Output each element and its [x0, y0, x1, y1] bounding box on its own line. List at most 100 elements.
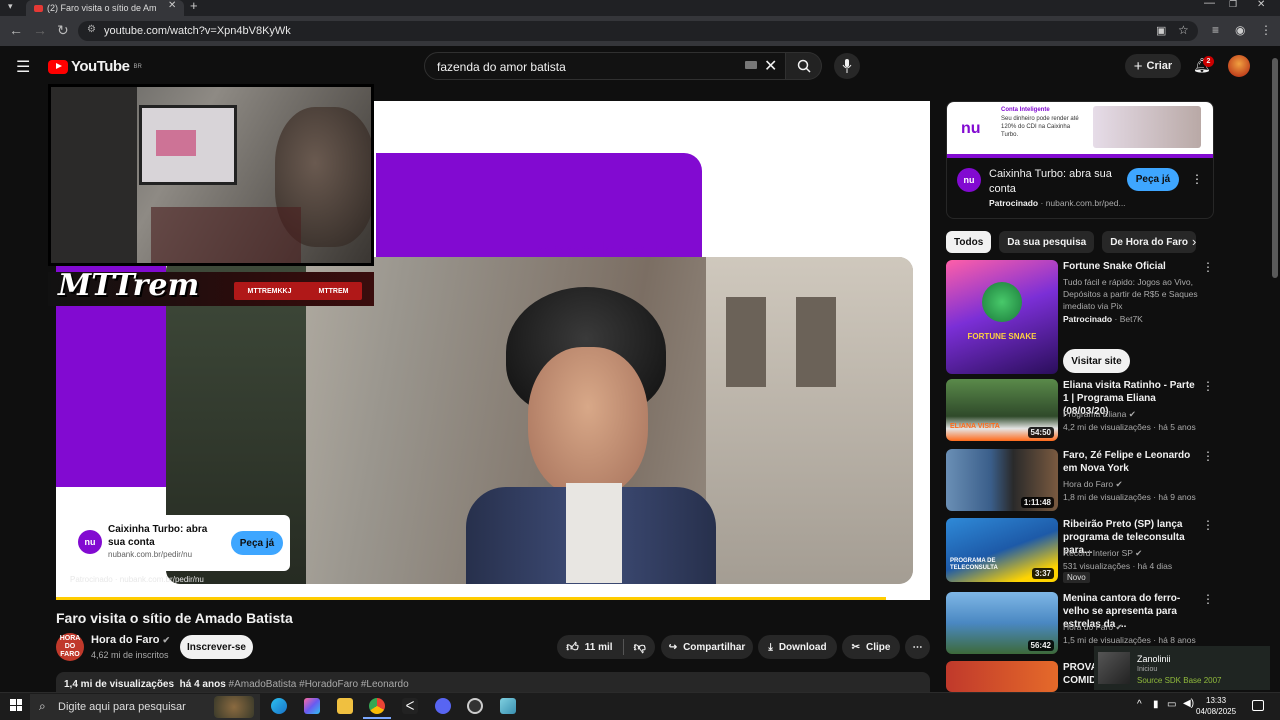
visit-site-button[interactable]: Visitar site	[1063, 349, 1130, 373]
tray-chevron-icon[interactable]: ^	[1137, 699, 1142, 710]
sidebar-ad-more-icon[interactable]: ⋮	[1191, 172, 1203, 186]
recommendation-item[interactable]: PROGRAMA DE TELECONSULTA 3:37 Ribeirão P…	[946, 518, 1266, 584]
app-icon[interactable]	[500, 698, 516, 714]
subscribe-button[interactable]: Inscrever-se	[180, 635, 253, 659]
like-icon[interactable]: 👍︎	[566, 640, 579, 655]
download-button[interactable]: ⤓ Download	[758, 635, 837, 659]
dislike-icon[interactable]: 👎︎	[634, 640, 646, 655]
profile-icon[interactable]: ◉	[1235, 23, 1245, 37]
video-thumbnail[interactable]: PROGRAMA DE TELECONSULTA 3:37	[946, 518, 1058, 582]
reload-icon[interactable]: ↻	[57, 22, 69, 39]
search-input[interactable]: fazenda do amor batista ✕	[424, 52, 786, 80]
promo-advertiser: Bet7K	[1119, 314, 1143, 324]
maximize-icon[interactable]: ❐	[1229, 0, 1237, 10]
rec-title: Faro, Zé Felipe e Leonardo em Nova York	[1063, 450, 1191, 474]
file-explorer-icon[interactable]	[337, 698, 353, 714]
friend-avatar	[1098, 652, 1130, 684]
chip-from-channel[interactable]: De Hora do Faro	[1102, 231, 1196, 253]
install-app-icon[interactable]: ▣	[1156, 24, 1166, 37]
obs-icon[interactable]	[467, 698, 483, 714]
sidebar-ad[interactable]: nu Conta Inteligente Seu dinheiro pode r…	[946, 101, 1214, 219]
rec-channel-name: Record Interior SP	[1063, 548, 1133, 558]
promo-thumbnail[interactable]: FORTUNE SNAKE	[946, 260, 1058, 374]
windows-icon[interactable]	[10, 699, 22, 711]
ad-overlay-card[interactable]: nu Caixinha Turbo: abra sua conta nubank…	[72, 515, 290, 571]
volume-icon[interactable]: ◀)	[1183, 698, 1194, 709]
sidebar-ad-cta-button[interactable]: Peça já	[1127, 168, 1179, 191]
ad-banner-line1: Conta Inteligente	[1001, 107, 1050, 113]
clip-button[interactable]: ✂ Clipe	[842, 635, 900, 659]
video-progress-bar[interactable]	[56, 597, 887, 600]
menu-icon[interactable]: ☰	[16, 57, 30, 77]
logo-region: BR	[133, 63, 142, 70]
url-field[interactable]: ⚙ youtube.com/watch?v=Xpn4bV8KyWk	[78, 21, 1198, 41]
youtube-logo[interactable]: YouTube BR	[48, 58, 142, 75]
channel-avatar[interactable]: HORA DO FARO	[56, 633, 84, 661]
edge-icon[interactable]	[271, 698, 287, 714]
browser-menu-icon[interactable]: ⋮	[1260, 23, 1272, 37]
minimize-icon[interactable]: —	[1204, 0, 1215, 9]
hashtags[interactable]: #AmadoBatista #HoradoFaro #Leonardo	[229, 679, 409, 690]
video-thumbnail[interactable]	[946, 661, 1058, 692]
like-count[interactable]: 11 mil	[585, 642, 613, 653]
clear-search-icon[interactable]: ✕	[764, 56, 777, 76]
taskbar-search[interactable]: ⌕ Digite aqui para pesquisar	[30, 694, 260, 720]
rec-more-icon[interactable]: ⋮	[1202, 592, 1214, 606]
tab-list-icon[interactable]: ▾	[8, 1, 13, 12]
chrome-icon[interactable]	[369, 698, 385, 714]
recommendation-item[interactable]: 1:11:48 Faro, Zé Felipe e Leonardo em No…	[946, 449, 1266, 515]
verified-icon: ✔	[1115, 479, 1123, 489]
copilot-icon[interactable]	[304, 698, 320, 714]
create-button[interactable]: + Criar	[1125, 54, 1181, 78]
new-tab-icon[interactable]: +	[190, 0, 198, 13]
rec-meta: 4,2 mi de visualizações · há 5 anos	[1063, 422, 1196, 432]
chevron-right-icon[interactable]: ›	[1192, 234, 1196, 249]
keyboard-icon[interactable]	[745, 61, 757, 69]
browser-tab[interactable]: (2) Faro visita o sítio de Am	[26, 0, 184, 16]
chip-from-search[interactable]: Da sua pesquisa	[999, 231, 1095, 253]
video-thumbnail[interactable]: 56:42	[946, 592, 1058, 654]
streamer-logo: MTTrem	[58, 268, 200, 303]
more-actions-button[interactable]: ⋯	[905, 635, 930, 659]
mic-tray-icon[interactable]: ▮	[1153, 699, 1159, 710]
video-thumbnail[interactable]: ELIANA VISITA 54:50	[946, 379, 1058, 441]
site-info-icon[interactable]: ⚙	[87, 24, 96, 35]
promoted-item[interactable]: FORTUNE SNAKE Fortune Snake Oficial Tudo…	[946, 260, 1266, 376]
video-thumbnail[interactable]: 1:11:48	[946, 449, 1058, 511]
promo-thumb-text: FORTUNE SNAKE	[967, 332, 1037, 341]
ad-card-cta-button[interactable]: Peça já	[231, 531, 283, 555]
promo-more-icon[interactable]: ⋮	[1202, 260, 1214, 274]
share-button[interactable]: ↪ Compartilhar	[661, 635, 753, 659]
channel-name[interactable]: Hora do Faro ✔	[91, 634, 170, 646]
rec-channel-name: Programa Eliana	[1063, 409, 1127, 419]
account-avatar[interactable]	[1228, 55, 1250, 77]
notification-center-icon[interactable]	[1252, 700, 1264, 711]
forward-icon[interactable]: →	[33, 22, 47, 38]
share-icon: ↪	[668, 641, 678, 653]
duration-badge: 3:37	[1031, 568, 1054, 579]
tab-search-icon[interactable]: ≡	[1212, 23, 1219, 37]
steam-friend-toast[interactable]: Zanolinii Iniciou Source SDK Base 2007	[1094, 646, 1280, 690]
network-icon[interactable]: ▭	[1167, 699, 1176, 710]
close-tab-icon[interactable]: ✕	[168, 0, 176, 11]
rec-more-icon[interactable]: ⋮	[1202, 518, 1214, 532]
search-button[interactable]	[786, 52, 822, 80]
voice-search-button[interactable]	[834, 53, 860, 79]
clip-label: Clipe	[865, 641, 891, 653]
taskbar-clock[interactable]: 13:33 04/08/2025	[1196, 695, 1236, 717]
recommendation-item[interactable]: ELIANA VISITA 54:50 Eliana visita Ratinh…	[946, 379, 1266, 445]
thumb-text: PROGRAMA DE TELECONSULTA	[950, 558, 998, 571]
upload-age: há 4 anos	[179, 679, 226, 690]
chip-all[interactable]: Todos	[946, 231, 992, 253]
duration-badge: 54:50	[1027, 427, 1054, 438]
search-query: fazenda do amor batista	[437, 60, 566, 74]
close-window-icon[interactable]: ✕	[1257, 0, 1265, 10]
discord-icon[interactable]	[435, 698, 451, 714]
bookmark-star-icon[interactable]: ☆	[1178, 23, 1189, 37]
page-scrollbar[interactable]	[1270, 46, 1280, 692]
youtube-handle: MTTREM	[318, 287, 349, 295]
rec-more-icon[interactable]: ⋮	[1202, 449, 1214, 463]
capcut-icon[interactable]: ᐸ	[402, 698, 418, 714]
back-icon[interactable]: ←	[9, 22, 23, 38]
rec-more-icon[interactable]: ⋮	[1202, 379, 1214, 393]
